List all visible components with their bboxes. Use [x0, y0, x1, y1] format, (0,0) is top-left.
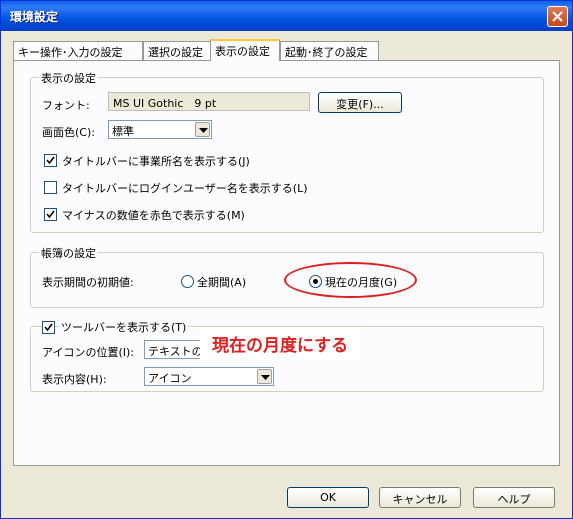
- checkmark-icon: [46, 156, 55, 165]
- checkbox-show-office-name-label[interactable]: タイトルバーに事業所名を表示する(J): [62, 153, 250, 169]
- checkbox-negative-red-label[interactable]: マイナスの数値を赤色で表示する(M): [62, 207, 245, 223]
- tab-selection[interactable]: 選択の設定: [143, 41, 212, 60]
- screen-color-select[interactable]: 標準: [108, 120, 212, 139]
- display-content-select[interactable]: アイコン: [144, 367, 274, 386]
- screen-color-label: 画面色(C):: [42, 126, 95, 139]
- annotation-label: 現在の月度にする: [200, 327, 361, 360]
- dropdown-button[interactable]: [257, 369, 272, 384]
- close-icon: [552, 11, 563, 22]
- display-content-value: アイコン: [148, 372, 192, 385]
- chevron-down-icon: [261, 375, 270, 380]
- period-label: 表示期間の初期値:: [42, 276, 134, 289]
- tab-panel-display: 表示の設定 フォント: MS UI Gothic 9 pt 変更(F)... 画…: [13, 60, 560, 466]
- change-font-button[interactable]: 変更(F)...: [318, 92, 402, 113]
- tab-startup-exit[interactable]: 起動･終了の設定: [280, 41, 379, 60]
- radio-all-period-label[interactable]: 全期間(A): [197, 274, 246, 290]
- checkmark-icon: [46, 210, 55, 219]
- window-title: 環境設定: [10, 10, 59, 24]
- display-content-label: 表示内容(H):: [42, 373, 107, 386]
- icon-position-label: アイコンの位置(I):: [42, 346, 134, 359]
- ok-button[interactable]: OK: [287, 487, 369, 508]
- checkbox-show-toolbar-label[interactable]: ツールバーを表示する(T): [59, 319, 189, 335]
- highlight-oval: [284, 262, 417, 298]
- dropdown-button[interactable]: [195, 122, 210, 137]
- help-button[interactable]: ヘルプ: [473, 487, 555, 508]
- font-label: フォント:: [42, 99, 90, 112]
- tab-key-input[interactable]: キー操作･入力の設定: [13, 41, 143, 60]
- checkmark-icon: [44, 323, 53, 332]
- settings-dialog: 環境設定 キー操作･入力の設定 選択の設定 表示の設定 起動･終了の設定 表示の…: [0, 0, 573, 519]
- checkbox-show-login-user-label[interactable]: タイトルバーにログインユーザー名を表示する(L): [62, 180, 308, 196]
- display-group-title: 表示の設定: [39, 70, 98, 86]
- font-display: MS UI Gothic 9 pt: [108, 92, 310, 111]
- tab-display[interactable]: 表示の設定: [210, 39, 280, 61]
- radio-all-period[interactable]: [181, 275, 194, 288]
- checkbox-show-toolbar[interactable]: [42, 321, 55, 334]
- cancel-button[interactable]: キャンセル: [379, 487, 461, 508]
- checkbox-negative-red[interactable]: [44, 208, 57, 221]
- chevron-down-icon: [199, 128, 208, 133]
- display-settings-group: 表示の設定 フォント: MS UI Gothic 9 pt 変更(F)... 画…: [30, 70, 544, 233]
- checkbox-show-office-name[interactable]: [44, 154, 57, 167]
- close-button[interactable]: [547, 6, 568, 27]
- title-bar[interactable]: 環境設定: [1, 1, 572, 31]
- checkbox-show-login-user[interactable]: [44, 181, 57, 194]
- screen-color-value: 標準: [112, 125, 134, 138]
- icon-position-value: テキストの: [148, 345, 203, 358]
- ledger-group-title: 帳簿の設定: [39, 245, 98, 261]
